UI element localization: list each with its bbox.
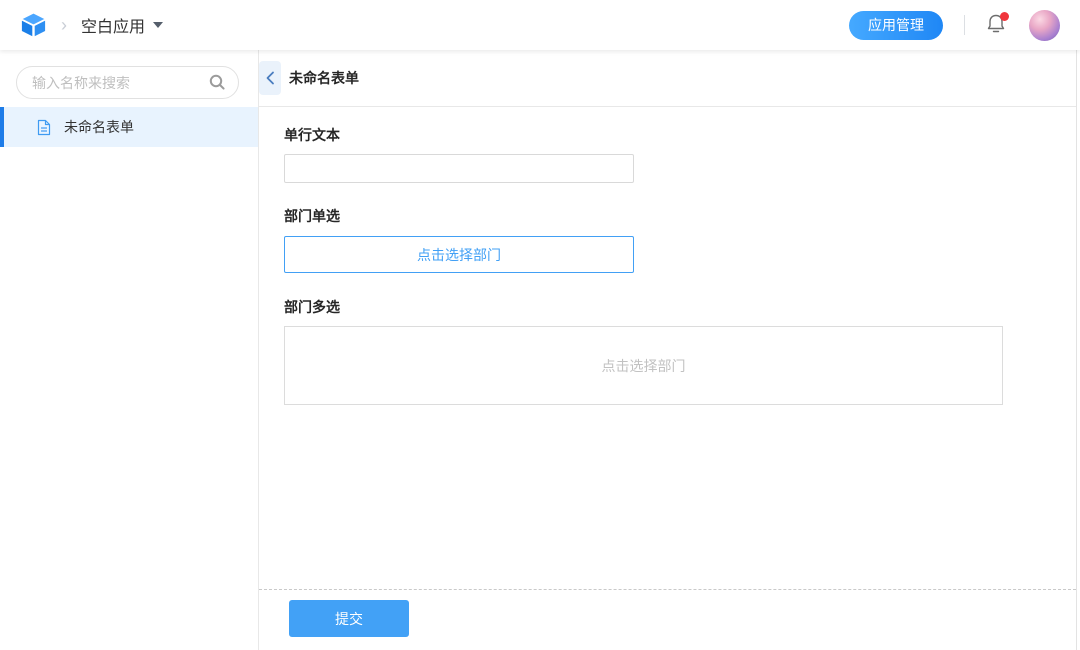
sidebar-search <box>16 66 239 99</box>
field-label-dept-single: 部门单选 <box>284 206 1076 226</box>
search-input[interactable] <box>16 66 239 99</box>
sidebar-item-label: 未命名表单 <box>64 117 134 137</box>
search-icon[interactable] <box>208 73 227 95</box>
topbar: › 空白应用 应用管理 <box>0 0 1080 50</box>
field-label-dept-multi: 部门多选 <box>284 297 1076 317</box>
sidebar-item-form[interactable]: 未命名表单 <box>0 107 258 147</box>
field-label-single-line-text: 单行文本 <box>284 125 1076 145</box>
single-line-text-input[interactable] <box>284 154 634 183</box>
dept-multi-select-area[interactable]: 点击选择部门 <box>284 326 1003 405</box>
topbar-right: 应用管理 <box>849 10 1060 41</box>
form-header: 未命名表单 <box>259 50 1076 107</box>
app-title: 空白应用 <box>81 13 145 37</box>
dept-single-select-button[interactable]: 点击选择部门 <box>284 236 634 273</box>
topbar-divider <box>964 15 965 35</box>
submit-button[interactable]: 提交 <box>289 600 409 637</box>
breadcrumb-separator: › <box>61 16 67 34</box>
notification-bell-icon[interactable] <box>986 13 1008 37</box>
content: 未命名表单 未命名表单 单行文本 部门单选 点击选择部门 部门多选 <box>0 50 1080 650</box>
main-panel: 未命名表单 单行文本 部门单选 点击选择部门 部门多选 点击选择部门 提交 <box>259 50 1077 650</box>
dept-multi-placeholder: 点击选择部门 <box>602 356 686 376</box>
user-avatar[interactable] <box>1029 10 1060 41</box>
app-manage-button[interactable]: 应用管理 <box>849 11 943 40</box>
app-title-dropdown[interactable]: 空白应用 <box>81 13 163 37</box>
form-footer: 提交 <box>259 589 1076 650</box>
chevron-down-icon <box>153 22 163 28</box>
notification-dot <box>1000 12 1009 21</box>
chevron-left-icon <box>265 71 275 85</box>
app-root: › 空白应用 应用管理 <box>0 0 1080 650</box>
sidebar: 未命名表单 <box>0 50 259 650</box>
form-document-icon <box>36 119 52 136</box>
back-button[interactable] <box>259 61 281 95</box>
form-body: 单行文本 部门单选 点击选择部门 部门多选 点击选择部门 提交 <box>259 107 1076 650</box>
app-logo-cube-icon[interactable] <box>20 12 47 38</box>
form-title: 未命名表单 <box>289 68 359 88</box>
